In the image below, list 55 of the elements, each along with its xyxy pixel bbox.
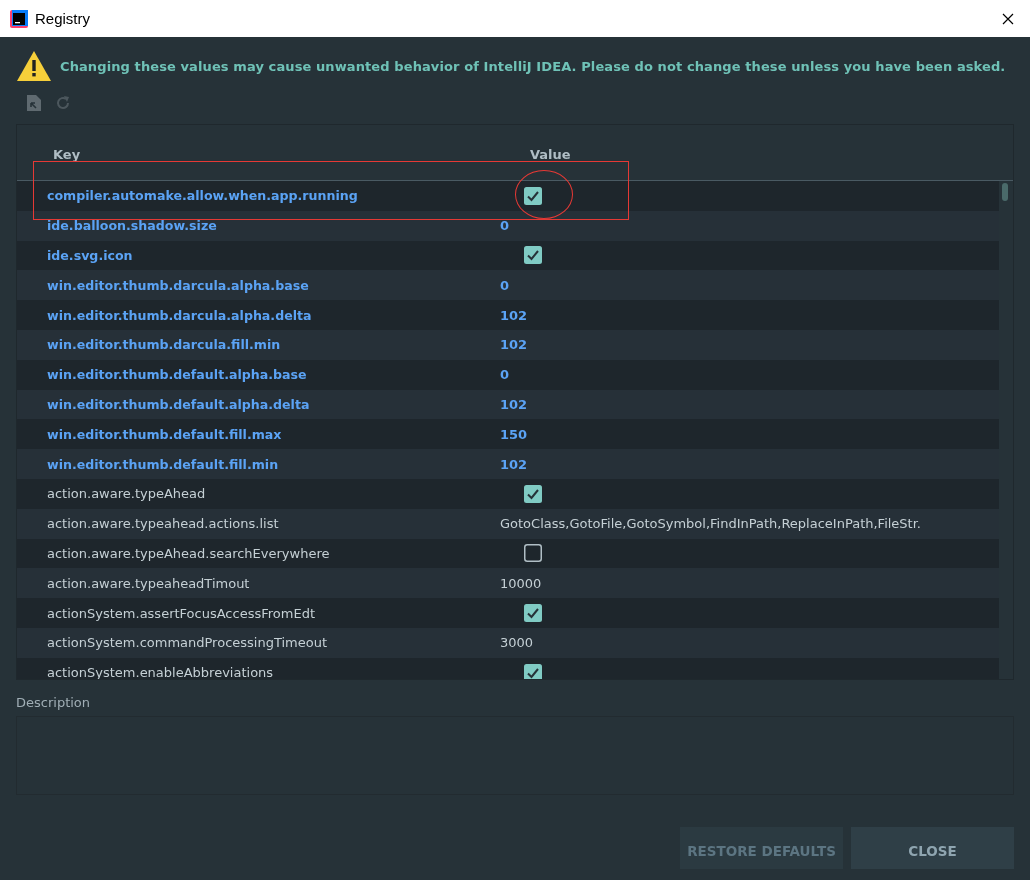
registry-key: ide.svg.icon [17, 248, 494, 263]
table-row[interactable]: ide.svg.icon [17, 240, 1001, 271]
table-row[interactable]: win.editor.thumb.darcula.alpha.delta 102 [17, 300, 1001, 330]
registry-key: action.aware.typeahead.actions.list [17, 516, 494, 532]
registry-key: actionSystem.commandProcessingTimeout [17, 635, 494, 651]
registry-key: win.editor.thumb.darcula.alpha.delta [17, 307, 494, 323]
registry-value: 10000 [500, 575, 542, 591]
registry-key: actionSystem.enableAbbreviations [17, 665, 494, 679]
scrollbar-thumb[interactable] [1002, 183, 1008, 201]
table-row[interactable]: action.aware.typeAhead.searchEverywhere [17, 538, 1001, 569]
table-row[interactable]: actionSystem.assertFocusAccessFromEdt [17, 598, 1001, 628]
checkbox[interactable] [524, 186, 542, 205]
table-row[interactable]: actionSystem.enableAbbreviations [17, 657, 1001, 679]
registry-key: compiler.automake.allow.when.app.running [17, 188, 494, 204]
close-button[interactable]: CLOSE [851, 827, 1014, 869]
column-header: Key [52, 147, 82, 162]
registry-value: GotoClass,GotoFile,GotoSymbol,FindInPath,ReplaceInPath,FileStr. [500, 516, 921, 532]
checkbox[interactable] [524, 544, 542, 563]
registry-key: win.editor.thumb.default.alpha.delta [17, 396, 494, 412]
registry-value: 0 [500, 218, 510, 234]
registry-key: win.editor.thumb.default.fill.max [17, 426, 494, 442]
registry-key: action.aware.typeAhead.searchEverywhere [17, 545, 494, 561]
registry-value: 150 [500, 426, 528, 442]
highlight-ellipse [515, 170, 573, 219]
registry-value: 102 [500, 337, 528, 353]
registry-key: ide.balloon.shadow.size [17, 218, 494, 234]
close-icon[interactable] [1002, 12, 1014, 25]
registry-value: 0 [500, 277, 510, 293]
table-row[interactable]: win.editor.thumb.default.fill.max 150 [17, 419, 1001, 450]
window-title: Registry [35, 10, 91, 27]
registry-value: 0 [500, 367, 510, 383]
registry-key: action.aware.typeaheadTimout [17, 575, 494, 591]
description-label: Description [16, 695, 92, 710]
table-row[interactable]: win.editor.thumb.default.alpha.base 0 [17, 359, 1001, 390]
registry-key: actionSystem.assertFocusAccessFromEdt [17, 605, 494, 621]
checkbox[interactable] [524, 484, 542, 503]
registry-value: 102 [500, 396, 528, 412]
import-file-icon[interactable] [27, 95, 41, 111]
registry-value: 102 [500, 307, 528, 323]
app-logo-icon [10, 9, 28, 28]
registry-key: win.editor.thumb.default.alpha.base [17, 367, 494, 383]
warning-icon [16, 50, 52, 82]
registry-key: win.editor.thumb.darcula.fill.min [17, 337, 494, 353]
registry-key: win.editor.thumb.default.fill.min [17, 456, 494, 472]
registry-key: win.editor.thumb.darcula.alpha.base [17, 277, 494, 293]
checkbox[interactable] [524, 604, 542, 623]
checkbox[interactable] [524, 663, 542, 679]
column-header: Value [530, 147, 571, 162]
table-row[interactable]: compiler.automake.allow.when.app.running [17, 181, 1001, 211]
checkbox[interactable] [524, 246, 542, 265]
warning-message: Changing these values may cause unwanted behavior of IntelliJ IDEA. Please do not change these unless you have been asked. [60, 58, 1006, 74]
table-row[interactable]: action.aware.typeAhead [17, 478, 1001, 509]
registry-value: 102 [500, 456, 528, 472]
registry-key: action.aware.typeAhead [17, 486, 494, 502]
registry-value: 3000 [500, 635, 534, 651]
